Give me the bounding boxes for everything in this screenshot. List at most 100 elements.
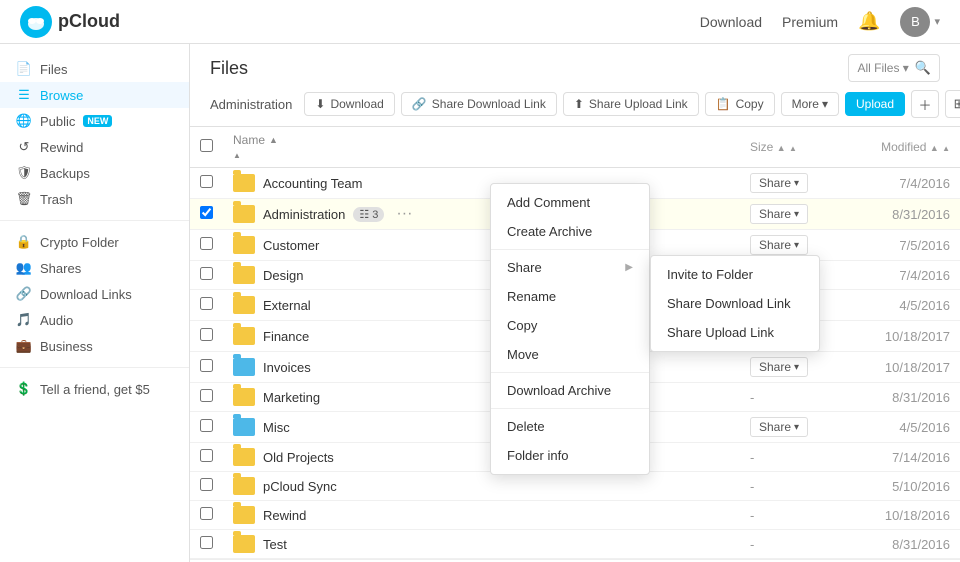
- share-button[interactable]: Share ▾: [750, 357, 808, 377]
- row-checkbox[interactable]: [200, 328, 213, 341]
- name-cell: Misc: [233, 418, 730, 436]
- name-cell: pCloud Sync: [233, 477, 730, 495]
- upload-button[interactable]: Upload: [845, 92, 905, 116]
- size-cell: -: [740, 530, 840, 559]
- trash-icon: 🗑: [16, 191, 32, 207]
- sidebar-item-audio[interactable]: 🎵 Audio: [0, 307, 189, 333]
- share-upload-link-button[interactable]: ⬆ Share Upload Link: [563, 92, 699, 116]
- ctx-move[interactable]: Move: [491, 340, 649, 369]
- name-cell: Rewind: [233, 506, 730, 524]
- name-cell: Test: [233, 535, 730, 553]
- col-header-size[interactable]: Size ▲: [740, 127, 840, 168]
- table-row[interactable]: Test -8/31/2016: [190, 530, 960, 559]
- sidebar-item-browse[interactable]: ☰ Browse: [0, 82, 189, 108]
- ctx-create-archive[interactable]: Create Archive: [491, 217, 649, 246]
- add-folder-button[interactable]: ＋: [911, 90, 939, 118]
- toolbar: Administration ⬇ Download 🔗 Share Downlo…: [210, 90, 940, 126]
- premium-link[interactable]: Premium: [782, 14, 838, 30]
- col-header-modified[interactable]: Modified ▲: [840, 127, 960, 168]
- ctx-rename[interactable]: Rename: [491, 282, 649, 311]
- select-all-checkbox[interactable]: [200, 139, 213, 152]
- file-name: Finance: [263, 329, 309, 344]
- row-checkbox[interactable]: [200, 449, 213, 462]
- row-checkbox[interactable]: [200, 267, 213, 280]
- row-checkbox[interactable]: [200, 297, 213, 310]
- row-checkbox[interactable]: [200, 389, 213, 402]
- breadcrumb: Administration: [210, 97, 292, 112]
- row-checkbox[interactable]: [200, 359, 213, 372]
- folder-icon: [233, 358, 255, 376]
- table-row[interactable]: pCloud Sync-5/10/2016: [190, 472, 960, 501]
- row-checkbox[interactable]: [200, 419, 213, 432]
- name-cell: Marketing: [233, 388, 730, 406]
- file-name: Test: [263, 537, 287, 552]
- user-avatar[interactable]: B ▾: [900, 7, 940, 37]
- ctx-delete[interactable]: Delete: [491, 412, 649, 441]
- ctx-download-archive[interactable]: Download Archive: [491, 376, 649, 405]
- share-button[interactable]: Share ▾: [750, 204, 808, 224]
- folder-icon: [233, 236, 255, 254]
- more-button[interactable]: More ▾: [781, 92, 839, 116]
- share-dl-icon: 🔗: [412, 97, 427, 111]
- ctx-share[interactable]: Share ▶: [491, 253, 649, 282]
- search-box[interactable]: All Files ▾ 🔍: [848, 54, 940, 82]
- table-row[interactable]: Rewind-10/18/2016: [190, 501, 960, 530]
- copy-button[interactable]: 📋 Copy: [705, 92, 775, 116]
- search-scope-label[interactable]: All Files ▾: [857, 61, 908, 75]
- ctx-folder-info[interactable]: Folder info: [491, 441, 649, 470]
- download-link[interactable]: Download: [700, 14, 762, 30]
- size-cell: Share ▾: [740, 352, 840, 383]
- name-cell: Customer: [233, 236, 730, 254]
- sidebar-item-public[interactable]: 🌐 Public NEW: [0, 108, 189, 134]
- rewind-icon: ↺: [16, 139, 32, 155]
- name-cell: Accounting Team: [233, 174, 730, 192]
- files-icon: 📄: [16, 61, 32, 77]
- sidebar-item-business[interactable]: 💼 Business: [0, 333, 189, 359]
- share-button[interactable]: Share ▾: [750, 235, 808, 255]
- copy-icon: 📋: [716, 97, 731, 111]
- sidebar-item-rewind[interactable]: ↺ Rewind: [0, 134, 189, 160]
- sidebar-item-backups[interactable]: 🛡 Backups: [0, 160, 189, 186]
- avatar-chevron: ▾: [934, 15, 940, 28]
- submenu-invite[interactable]: Invite to Folder: [651, 260, 819, 289]
- notification-icon[interactable]: 🔔: [858, 11, 880, 32]
- col-header-name[interactable]: Name ▲: [223, 127, 740, 168]
- row-checkbox[interactable]: [200, 536, 213, 549]
- submenu-share-upload[interactable]: Share Upload Link: [651, 318, 819, 347]
- more-options-button[interactable]: ···: [392, 205, 416, 223]
- row-checkbox[interactable]: [200, 478, 213, 491]
- modified-cell: 10/18/2017: [840, 352, 960, 383]
- file-name: Old Projects: [263, 450, 334, 465]
- modified-cell: 7/4/2016: [840, 261, 960, 290]
- ctx-add-comment[interactable]: Add Comment: [491, 188, 649, 217]
- submenu-share-download[interactable]: Share Download Link: [651, 289, 819, 318]
- sidebar-item-shares[interactable]: 👥 Shares: [0, 255, 189, 281]
- grid-view-button[interactable]: ⊞: [945, 90, 960, 118]
- sidebar-item-downloads[interactable]: 🔗 Download Links: [0, 281, 189, 307]
- share-button[interactable]: Share ▾: [750, 173, 808, 193]
- row-checkbox[interactable]: [200, 206, 213, 219]
- row-checkbox[interactable]: [200, 237, 213, 250]
- folder-icon: [233, 327, 255, 345]
- row-checkbox[interactable]: [200, 507, 213, 520]
- row-checkbox[interactable]: [200, 175, 213, 188]
- search-icon[interactable]: 🔍: [915, 60, 931, 76]
- sidebar-item-trash[interactable]: 🗑 Trash: [0, 186, 189, 212]
- refer-icon: 💲: [16, 381, 32, 397]
- sidebar-item-files[interactable]: 📄 Files: [0, 56, 189, 82]
- share-submenu: Invite to Folder Share Download Link Sha…: [650, 255, 820, 352]
- crypto-icon: 🔒: [16, 234, 32, 250]
- modified-cell: 8/31/2016: [840, 530, 960, 559]
- logo-icon: [20, 6, 52, 38]
- page-title: Files: [210, 58, 248, 79]
- share-button[interactable]: Share ▾: [750, 417, 808, 437]
- folder-icon: [233, 266, 255, 284]
- download-button[interactable]: ⬇ Download: [304, 92, 394, 116]
- sidebar-item-refer[interactable]: 💲 Tell a friend, get $5: [0, 376, 189, 402]
- share-download-link-button[interactable]: 🔗 Share Download Link: [401, 92, 557, 116]
- sidebar-item-crypto[interactable]: 🔒 Crypto Folder: [0, 229, 189, 255]
- file-name: Rewind: [263, 508, 306, 523]
- folder-icon: [233, 296, 255, 314]
- ctx-copy[interactable]: Copy: [491, 311, 649, 340]
- name-cell: Administration☷ 3···: [233, 205, 730, 223]
